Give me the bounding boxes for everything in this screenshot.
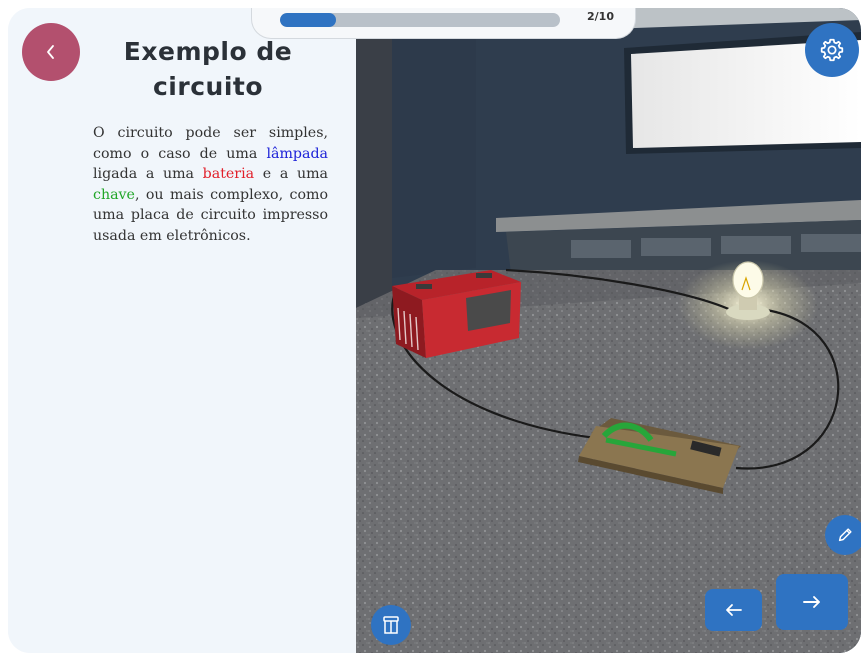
app-frame: Exemplo de circuito O circuito pode ser …	[8, 8, 861, 653]
keyword-battery: bateria	[202, 166, 255, 183]
page-title-line1: Exemplo de	[123, 37, 293, 66]
desc-text-2: ligada a uma	[93, 166, 203, 183]
back-button[interactable]	[22, 23, 80, 81]
progress-header: 2/10	[251, 8, 636, 39]
arrow-left-icon	[725, 604, 742, 616]
page-title-line2: circuito	[152, 72, 264, 101]
book-button[interactable]	[371, 605, 411, 645]
keyword-switch: chave	[93, 186, 135, 203]
desc-text-3: e a uma	[254, 166, 328, 183]
progress-bar-fill	[280, 13, 336, 27]
progress-bar	[280, 13, 560, 27]
pencil-icon	[838, 528, 852, 542]
lesson-panel: Exemplo de circuito O circuito pode ser …	[8, 8, 356, 653]
settings-button[interactable]	[805, 23, 859, 77]
book-icon	[383, 616, 399, 634]
arrow-right-icon	[803, 596, 820, 608]
circuit-3d-scene[interactable]	[356, 8, 861, 653]
previous-button[interactable]	[705, 589, 762, 631]
progress-label: 2/10	[587, 10, 614, 23]
lesson-description: O circuito pode ser simples, como o caso…	[93, 123, 328, 247]
page-title: Exemplo de circuito	[103, 34, 313, 104]
keyword-lamp: lâmpada	[266, 145, 328, 162]
pencil-button[interactable]	[825, 515, 861, 555]
next-button[interactable]	[776, 574, 848, 630]
scene-render	[356, 8, 861, 653]
chevron-left-icon	[47, 45, 54, 59]
gear-icon	[820, 38, 844, 62]
